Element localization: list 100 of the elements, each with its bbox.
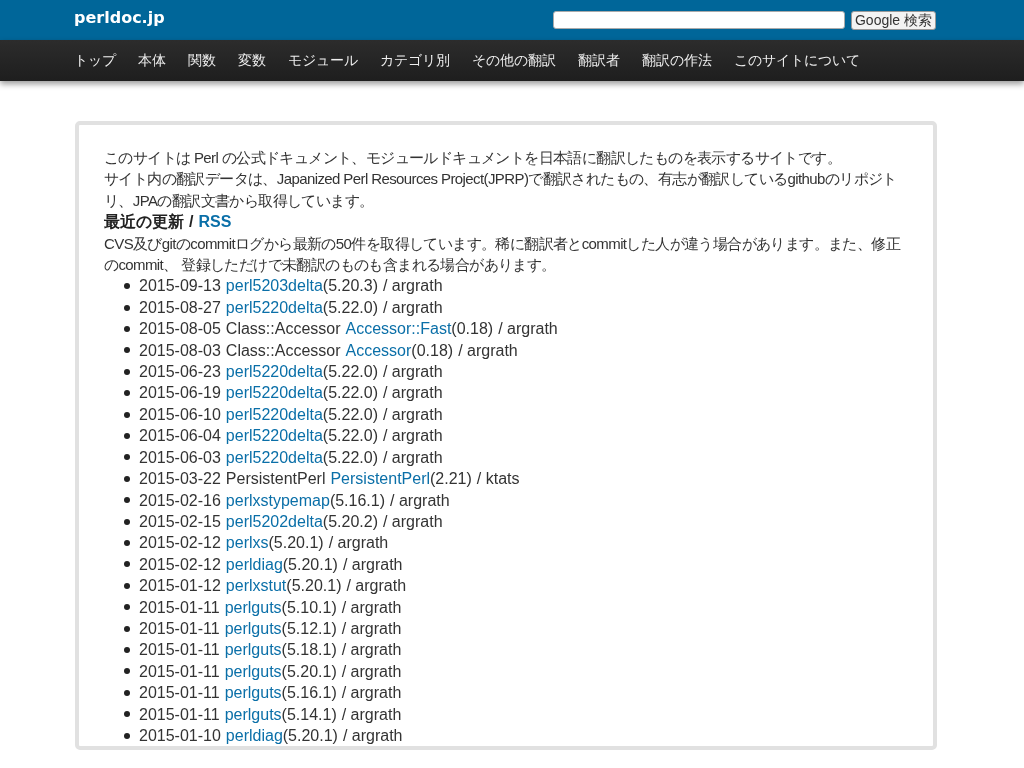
doc-link[interactable]: perl5220delta [225, 427, 323, 445]
nav-link[interactable]: 本体 [138, 51, 166, 70]
bullet-icon [124, 497, 130, 504]
doc-link[interactable]: PersistentPerl [330, 470, 431, 488]
doc-link[interactable]: perlguts [224, 641, 282, 659]
intro-text: このサイトは Perl の公式ドキュメント、モジュールドキュメントを日本語に翻訳したものを表示するサイトです。 [104, 148, 842, 168]
author-text: / argrath [341, 661, 402, 682]
bullet-icon [124, 390, 130, 397]
doc-link[interactable]: perldiag [225, 555, 283, 573]
version-text: (5.20.3) [322, 277, 378, 295]
doc-link[interactable]: perlxs [225, 534, 269, 552]
bullet-icon [124, 647, 130, 654]
nav-link[interactable]: モジュール [288, 51, 358, 70]
module-name: Class::Accessor [225, 319, 341, 340]
author-text: / argrath [341, 597, 402, 618]
bullet-icon [124, 411, 130, 418]
date-text: 2015-06-19 [139, 383, 221, 404]
version-text: (0.18) [411, 341, 454, 359]
nav-link[interactable]: 変数 [238, 51, 266, 70]
module-name: PersistentPerl [225, 469, 326, 490]
doc-link[interactable]: perlxstypemap [225, 491, 330, 509]
author-text: / argrath [382, 447, 443, 468]
doc-link[interactable]: perl5220delta [225, 298, 323, 316]
nav-link[interactable]: このサイトについて [734, 51, 860, 70]
doc-link[interactable]: perlguts [224, 684, 282, 702]
author-text: / argrath [341, 618, 402, 639]
date-text: 2015-01-11 [139, 704, 220, 725]
date-text: 2015-01-11 [139, 683, 220, 704]
version-text: (2.21) [430, 470, 472, 488]
nav-link[interactable]: カテゴリ別 [380, 51, 450, 70]
date-text: 2015-06-23 [139, 362, 221, 383]
section-heading: 最近の更新 [104, 212, 184, 233]
doc-link[interactable]: perldiag [225, 726, 283, 744]
version-text: (5.20.1) [281, 662, 337, 680]
date-text: 2015-02-12 [139, 533, 221, 554]
bullet-icon [124, 283, 130, 290]
bullet-icon [124, 325, 130, 332]
version-text: (0.18) [451, 320, 494, 338]
nav-link[interactable]: トップ [74, 51, 116, 70]
doc-link[interactable]: perlxstut [225, 577, 287, 595]
bullet-icon [124, 540, 130, 546]
doc-link[interactable]: perl5220delta [225, 384, 323, 402]
doc-link[interactable]: Accessor [345, 341, 412, 359]
doc-link[interactable]: perlguts [224, 598, 282, 616]
doc-link[interactable]: perl5203delta [225, 277, 323, 295]
version-text: (5.20.2) [322, 512, 378, 530]
date-text: 2015-06-10 [139, 404, 221, 425]
version-text: (5.18.1) [281, 641, 337, 659]
version-text: (5.14.1) [281, 705, 337, 723]
doc-link[interactable]: perl5220delta [225, 363, 323, 381]
date-text: 2015-03-22 [139, 469, 221, 490]
bullet-icon [124, 304, 130, 311]
date-text: 2015-02-12 [139, 554, 221, 575]
date-text: 2015-01-11 [139, 661, 220, 682]
date-text: 2015-01-10 [139, 725, 221, 746]
date-text: 2015-08-05 [139, 319, 221, 340]
bullet-icon [124, 668, 130, 675]
nav-link[interactable]: 関数 [188, 51, 216, 70]
author-text: / argrath [382, 276, 443, 297]
version-text: (5.20.1) [268, 534, 324, 552]
author-text: / argrath [382, 297, 443, 318]
bullet-icon [124, 454, 130, 461]
doc-link[interactable]: Accessor::Fast [345, 320, 452, 338]
nav-link[interactable]: 翻訳の作法 [642, 51, 712, 70]
bullet-icon [124, 604, 130, 611]
author-text: / argrath [341, 640, 402, 661]
version-text: (5.10.1) [281, 598, 337, 616]
search-field[interactable] [552, 11, 845, 29]
version-text: (5.20.1) [282, 555, 338, 573]
doc-link[interactable]: perlguts [224, 705, 282, 723]
version-text: (5.22.0) [322, 363, 378, 381]
date-text: 2015-08-27 [139, 297, 221, 318]
bullet-icon [124, 475, 130, 482]
site-logo[interactable]: perldoc.jp [74, 7, 165, 27]
search-button[interactable]: Google 検索 [850, 10, 936, 30]
doc-link[interactable]: perl5202delta [225, 512, 323, 530]
author-text: / argrath [458, 340, 518, 361]
author-text: / argrath [382, 383, 443, 404]
date-text: 2015-06-03 [139, 447, 221, 468]
doc-link[interactable]: perl5220delta [225, 405, 323, 423]
author-text: / argrath [498, 319, 558, 340]
author-text: / ktats [476, 469, 520, 490]
doc-link[interactable]: perlguts [224, 619, 282, 637]
nav-link[interactable]: 翻訳者 [578, 51, 620, 70]
author-text: / argrath [382, 426, 443, 447]
rss-link[interactable]: RSS [198, 211, 232, 233]
bullet-icon [124, 689, 130, 696]
bullet-icon [124, 368, 130, 375]
author-text: / argrath [328, 533, 389, 554]
bullet-icon [124, 711, 130, 718]
doc-link[interactable]: perl5220delta [225, 448, 323, 466]
bullet-icon [124, 732, 130, 739]
author-text: / argrath [382, 362, 443, 383]
date-text: 2015-02-15 [139, 511, 221, 532]
version-text: (5.22.0) [322, 384, 378, 402]
author-text: / argrath [342, 725, 403, 746]
doc-link[interactable]: perlguts [224, 662, 282, 680]
version-text: (5.16.1) [329, 491, 386, 509]
nav-link[interactable]: その他の翻訳 [472, 51, 556, 70]
date-text: 2015-08-03 [139, 340, 221, 361]
